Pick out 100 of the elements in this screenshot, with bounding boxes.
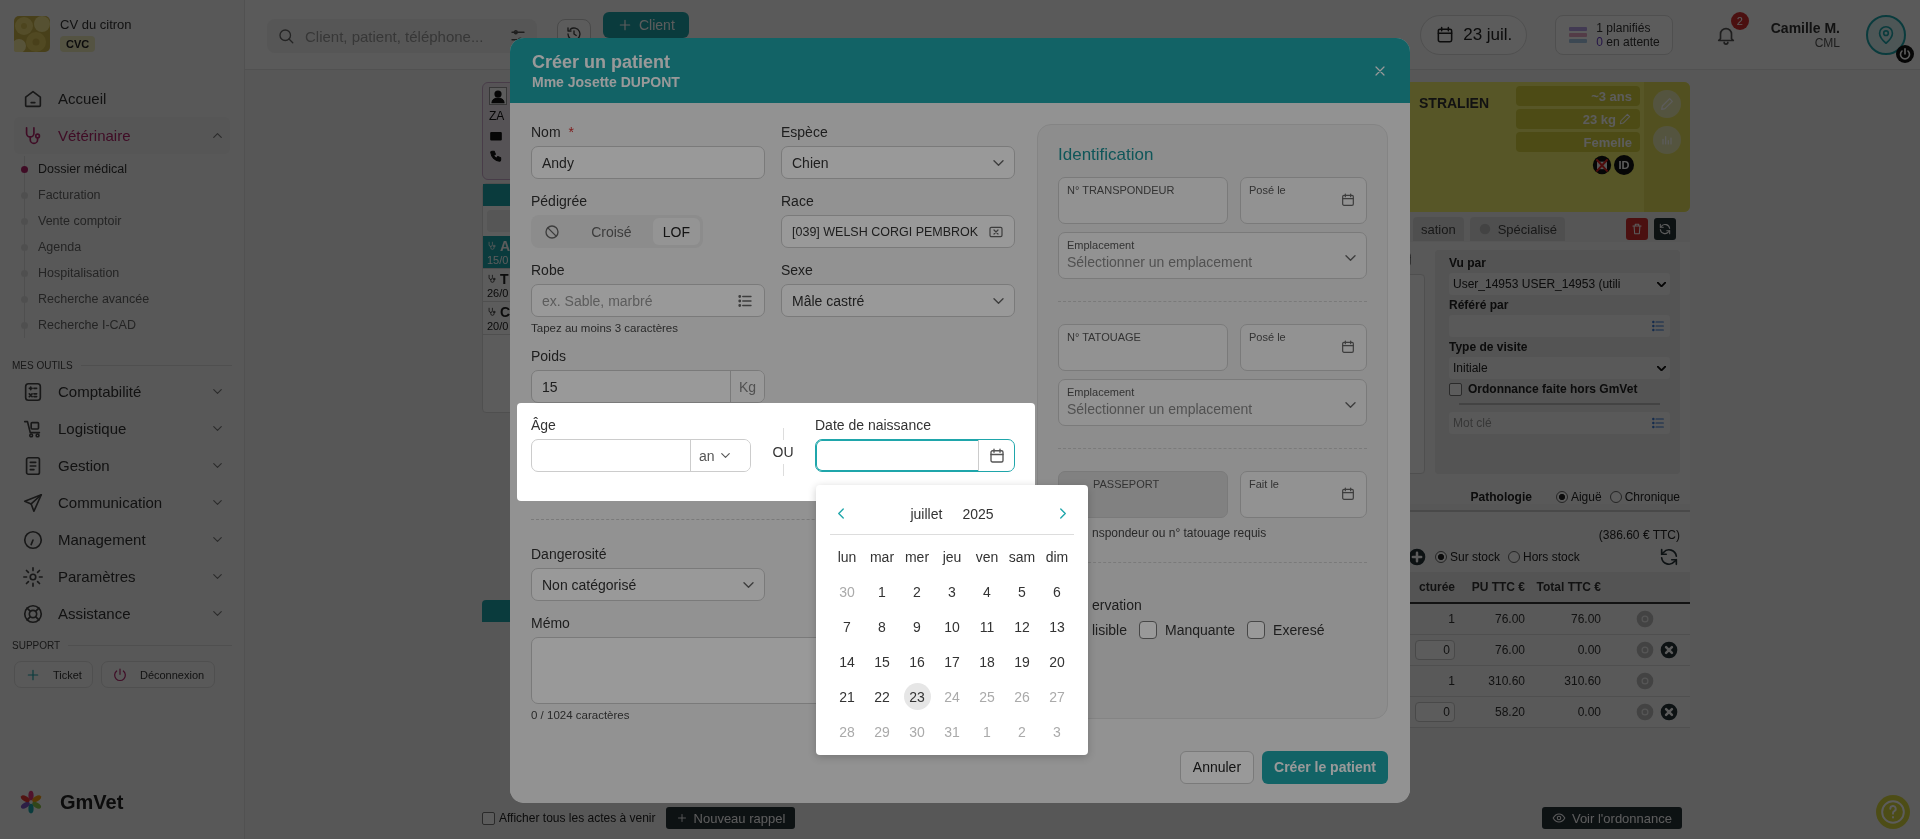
segment-option[interactable]: Croisé (574, 218, 649, 245)
select-field[interactable]: Non catégorisé (531, 568, 765, 601)
select-field[interactable]: User_14953 USER_14953 (utili (1449, 273, 1670, 295)
checkbox-label[interactable]: Ordonnance faite hors GmVet (1449, 382, 1670, 396)
unit-select[interactable]: an (690, 440, 750, 471)
calendar-day[interactable]: 17 (938, 648, 966, 675)
chevron-right-icon[interactable] (1060, 508, 1066, 519)
calendar-day[interactable]: 21 (833, 683, 861, 710)
select-field[interactable]: Chien (781, 146, 1015, 179)
input-field[interactable] (1449, 315, 1670, 337)
calendar-day[interactable]: 15 (868, 648, 896, 675)
calendar-day[interactable]: 7 (833, 613, 861, 640)
calendar-day[interactable]: 4 (973, 578, 1001, 605)
hint-text: nspondeur ou n° tatouage requis (1091, 526, 1268, 540)
remove-icon[interactable] (1659, 702, 1679, 722)
calendar-day[interactable]: 23 (903, 683, 931, 710)
date-field[interactable]: Posé le (1240, 177, 1367, 224)
paper-plane-icon (22, 491, 44, 514)
nav-item[interactable]: Gestion (14, 447, 230, 484)
planning-summary[interactable]: 1 planifiés 0 en attente (1555, 14, 1673, 55)
quantity-field[interactable]: 0 (1415, 702, 1455, 722)
date-field[interactable]: Posé le (1240, 324, 1367, 371)
cancel-button[interactable]: Annuler (1179, 750, 1255, 784)
refresh-icon[interactable] (1658, 546, 1680, 568)
new-reminder-button[interactable]: Nouveau rappel (665, 807, 796, 829)
ticket-button[interactable]: Ticket (14, 661, 93, 688)
radio-option[interactable]: Sur stock (1435, 550, 1500, 564)
date-field[interactable]: Fait le (1240, 471, 1367, 518)
checkbox-label[interactable]: Exeresé (1247, 621, 1325, 639)
logout-button[interactable]: Déconnexion (100, 661, 216, 688)
view-prescription-button[interactable]: Voir l'ordonnance (1541, 807, 1682, 829)
nav-item[interactable]: Communication (14, 484, 230, 521)
quantity-field[interactable]: 0 (1415, 640, 1455, 660)
nav-item[interactable]: Comptabilité (14, 373, 230, 410)
calendar-day[interactable]: 19 (1008, 648, 1036, 675)
calendar-icon (1340, 192, 1356, 208)
nav-item[interactable]: Management (14, 521, 230, 558)
table-cell-text: 1 (1447, 674, 1456, 688)
calendar-day[interactable]: 11 (973, 613, 1001, 640)
section-heading: SUPPORT (12, 640, 61, 651)
input-field[interactable]: Andy (531, 146, 765, 179)
calendar-day[interactable]: 10 (938, 613, 966, 640)
create-button[interactable]: Créer le patient (1262, 750, 1388, 784)
input-field[interactable]: 15 Kg (531, 370, 765, 403)
submenu-item[interactable]: Dossier médical (21, 156, 230, 182)
calendar-day[interactable]: 22 (868, 683, 896, 710)
calendar-day[interactable]: 1 (868, 578, 896, 605)
select-field[interactable]: Mâle castré (781, 284, 1015, 317)
radio-option[interactable]: Aiguë (1555, 490, 1602, 504)
calendar-day[interactable]: 5 (1008, 578, 1036, 605)
segment-option[interactable]: LOF (652, 218, 700, 245)
input-field[interactable]: N° TATOUAGE (1058, 324, 1228, 371)
input-field[interactable]: N° TRANSPONDEUR (1058, 177, 1228, 224)
calendar-day[interactable]: 6 (1043, 578, 1071, 605)
calendar-day[interactable]: 2 (903, 578, 931, 605)
nav-item[interactable]: Accueil (14, 80, 230, 117)
nav-item[interactable]: Logistique (14, 410, 230, 447)
field-label: N° TRANSPONDEUR (1067, 184, 1176, 196)
input-field[interactable]: ex. Sable, marbré (531, 284, 765, 317)
calendar-day[interactable]: 12 (1008, 613, 1036, 640)
checkbox-label[interactable]: Afficher tous les actes à venir (482, 811, 656, 825)
select-field[interactable]: Emplacement Sélectionner un emplacement (1058, 379, 1367, 426)
calendar-day[interactable]: 18 (973, 648, 1001, 675)
radio-option[interactable]: Chronique (1609, 490, 1680, 504)
no-entry-icon (543, 222, 561, 241)
chevron-down-icon (1345, 255, 1356, 261)
hint-text: Tapez au moins 3 caractères (531, 322, 680, 334)
calendar-day[interactable]: 9 (903, 613, 931, 640)
select-field[interactable]: Initiale (1449, 357, 1670, 379)
stethoscope-icon (487, 241, 497, 251)
input-field[interactable]: [039] WELSH CORGI PEMBROK (781, 215, 1015, 248)
remove-icon[interactable] (1659, 640, 1679, 660)
weekday-label: sam (1007, 547, 1037, 567)
waiting-count: 0 en attente (1596, 34, 1660, 49)
avatar[interactable] (1866, 14, 1906, 55)
calendar-day[interactable]: 3 (938, 578, 966, 605)
date-button[interactable]: 23 juil. (1420, 14, 1528, 55)
total-text: (386.60 € TTC) (1598, 528, 1680, 542)
checkbox-label[interactable]: Manquante (1139, 621, 1236, 639)
field-label: Pathologie (1470, 490, 1532, 504)
year-label[interactable]: 2025 (962, 505, 994, 522)
calendar-button[interactable] (978, 440, 1014, 471)
delete-button[interactable] (1626, 218, 1648, 240)
refresh-button[interactable] (1654, 218, 1676, 240)
calendar-day[interactable]: 20 (1043, 648, 1071, 675)
stethoscope-icon (487, 274, 497, 284)
month-label[interactable]: juillet (910, 505, 943, 522)
nav-item[interactable]: Assistance (14, 595, 230, 632)
calendar-day[interactable]: 8 (868, 613, 896, 640)
calendar-day[interactable]: 14 (833, 648, 861, 675)
radio-option[interactable]: Hors stock (1508, 550, 1580, 564)
new-client-button[interactable]: Client (603, 12, 689, 38)
input-field[interactable]: an (531, 439, 751, 472)
date-field[interactable] (815, 439, 1015, 472)
select-field[interactable]: Emplacement Sélectionner un emplacement (1058, 232, 1367, 279)
nav-item[interactable]: Paramètres (14, 558, 230, 595)
placeholder-text: Sélectionner un emplacement (1067, 401, 1253, 417)
calendar-day[interactable]: 16 (903, 648, 931, 675)
chevron-left-icon[interactable] (838, 508, 844, 519)
calendar-day[interactable]: 13 (1043, 613, 1071, 640)
